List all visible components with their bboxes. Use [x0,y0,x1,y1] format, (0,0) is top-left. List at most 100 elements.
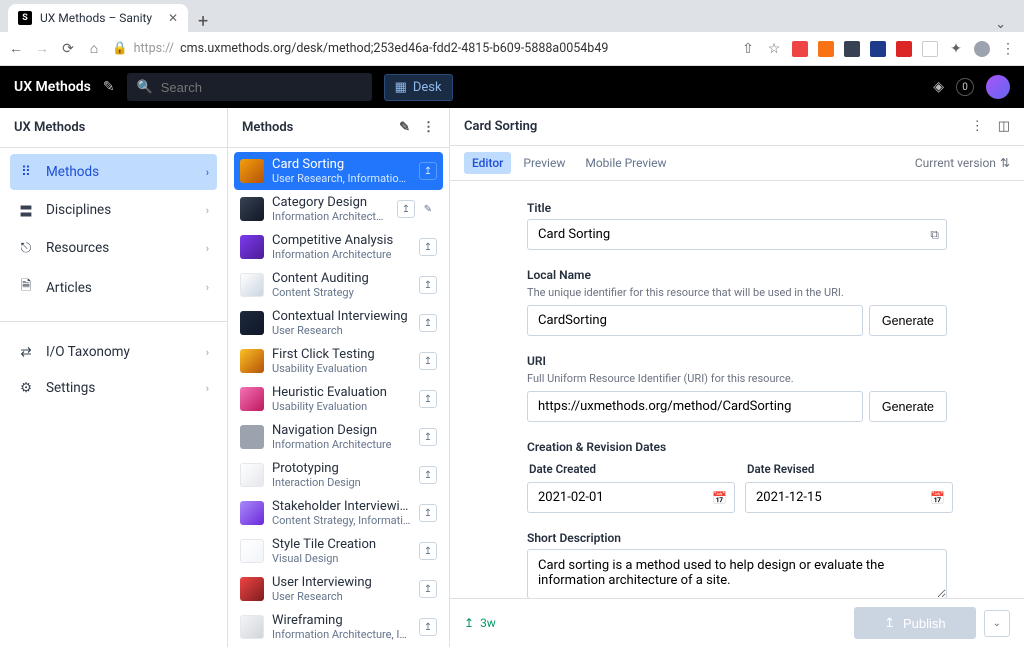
doc-tab-mobile-preview[interactable]: Mobile Preview [577,152,674,174]
nav-item-label: Disciplines [46,202,111,218]
publish-icon[interactable]: ↥ [419,428,437,446]
sidebar-item-disciplines[interactable]: 〓Disciplines› [10,190,217,230]
date-created-input[interactable] [527,482,735,513]
browser-tab-strip: S UX Methods – Sanity ✕ + ⌄ [0,0,1024,32]
compose-icon[interactable]: ✎ [103,79,115,95]
forward-button[interactable]: → [34,40,50,57]
method-list-item[interactable]: Card SortingUser Research, Information A… [234,152,443,190]
version-selector[interactable]: Current version ⇅ [915,156,1010,170]
publish-dropdown[interactable]: ⌄ [984,610,1010,637]
method-list-item[interactable]: Category DesignInformation Architecture↥… [234,190,443,228]
close-icon[interactable]: ✕ [168,11,178,25]
profile-avatar[interactable] [974,41,990,57]
nav-item-label: Settings [46,380,95,396]
package-icon[interactable]: ◈ [933,79,944,95]
chevron-right-icon: › [206,346,209,359]
shortdesc-textarea[interactable] [527,549,947,598]
method-list-item[interactable]: Stakeholder InterviewingContent Strategy… [234,494,443,532]
publish-icon[interactable]: ↥ [419,314,437,332]
menu-icon[interactable]: ⋮ [971,119,984,134]
uri-input[interactable] [527,391,863,422]
generate-button[interactable]: Generate [869,391,947,422]
sidebar-item-iotaxonomy[interactable]: ⇄I/O Taxonomy› [10,334,217,370]
search-box[interactable]: 🔍 [127,73,372,101]
chevron-right-icon: › [206,166,209,179]
extensions-menu-icon[interactable]: ✦ [948,41,964,57]
address-bar[interactable]: 🔒 https://cms.uxmethods.org/desk/method;… [112,41,730,56]
home-button[interactable]: ⌂ [86,40,102,57]
publish-icon[interactable]: ↥ [419,238,437,256]
method-thumbnail [240,273,264,297]
sidebar-item-settings[interactable]: ⚙Settings› [10,370,217,406]
extension-icon[interactable] [896,41,912,57]
extension-icon[interactable] [922,41,938,57]
publish-button[interactable]: ↥ Publish [854,607,976,639]
translate-icon[interactable]: ⧉ [930,227,939,242]
sidebar-item-methods[interactable]: ⠿Methods› [10,154,217,190]
search-input[interactable] [161,80,362,95]
method-list-item[interactable]: WireframingInformation Architecture, Int… [234,608,443,646]
title-input[interactable] [527,219,947,250]
publish-icon[interactable]: ↥ [419,542,437,560]
method-list-item[interactable]: Contextual InterviewingUser Research↥ [234,304,443,342]
menu-icon[interactable]: ⋮ [422,120,435,135]
method-list-item[interactable]: Competitive AnalysisInformation Architec… [234,228,443,266]
user-avatar[interactable] [986,75,1010,99]
share-icon[interactable]: ⇧ [740,41,756,57]
publish-icon[interactable]: ↥ [419,466,437,484]
doc-tab-editor[interactable]: Editor [464,152,511,174]
publish-icon[interactable]: ↥ [419,352,437,370]
method-subtitle: Content Strategy, Information Arch… [272,514,411,527]
compose-icon[interactable]: ✎ [399,120,410,135]
extension-icon[interactable] [818,41,834,57]
split-view-icon[interactable]: ◫ [998,119,1010,134]
method-list-item[interactable]: Style Tile CreationVisual Design↥ [234,532,443,570]
extension-icon[interactable] [792,41,808,57]
method-thumbnail [240,425,264,449]
desk-button[interactable]: ▦ Desk [384,74,453,101]
sidebar-item-articles[interactable]: 🗎Articles› [10,266,217,309]
notification-count[interactable]: 0 [956,78,974,96]
back-button[interactable]: ← [8,40,24,57]
reload-button[interactable]: ⟳ [60,41,76,57]
method-title: Card Sorting [272,157,411,172]
publish-icon[interactable]: ↥ [419,276,437,294]
publish-icon[interactable]: ↥ [419,390,437,408]
method-thumbnail [240,615,264,639]
publish-icon[interactable]: ↥ [419,580,437,598]
publish-icon[interactable]: ↥ [397,200,415,218]
calendar-icon[interactable]: 📅 [712,491,727,505]
uri-help: Full Uniform Resource Identifier (URI) f… [527,372,947,385]
publish-icon[interactable]: ↥ [419,162,437,180]
star-icon[interactable]: ☆ [766,41,782,57]
method-list-item[interactable]: Content AuditingContent Strategy↥ [234,266,443,304]
method-title: User Interviewing [272,575,411,590]
method-title: Wireframing [272,613,411,628]
extension-icon[interactable] [844,41,860,57]
method-list-item[interactable]: PrototypingInteraction Design↥ [234,456,443,494]
date-revised-input[interactable] [745,482,953,513]
browser-menu-icon[interactable]: ⋮ [1000,41,1016,57]
new-tab-button[interactable]: + [188,11,218,32]
generate-button[interactable]: Generate [869,305,947,336]
method-list-item[interactable]: User InterviewingUser Research↥ [234,570,443,608]
sidebar-item-resources[interactable]: ⎋Resources› [10,230,217,266]
doc-tab-preview[interactable]: Preview [515,152,573,174]
method-list-item[interactable]: Navigation DesignInformation Architectur… [234,418,443,456]
methods-panel: Methods ✎ ⋮ Card SortingUser Research, I… [228,108,450,647]
title-label: Title [527,201,947,215]
browser-tab[interactable]: S UX Methods – Sanity ✕ [8,4,188,32]
method-list-item[interactable]: Heuristic EvaluationUsability Evaluation… [234,380,443,418]
method-title: Competitive Analysis [272,233,411,248]
publish-icon[interactable]: ↥ [419,618,437,636]
publish-icon[interactable]: ↥ [419,504,437,522]
calendar-icon[interactable]: 📅 [930,491,945,505]
method-list-item[interactable]: First Click TestingUsability Evaluation↥ [234,342,443,380]
extension-icon[interactable] [870,41,886,57]
shortdesc-label: Short Description [527,531,947,545]
chevron-right-icon: › [206,204,209,217]
tab-overflow-button[interactable]: ⌄ [985,17,1016,32]
localname-input[interactable] [527,305,863,336]
edit-icon[interactable]: ✎ [419,200,437,218]
method-subtitle: Interaction Design [272,476,411,489]
